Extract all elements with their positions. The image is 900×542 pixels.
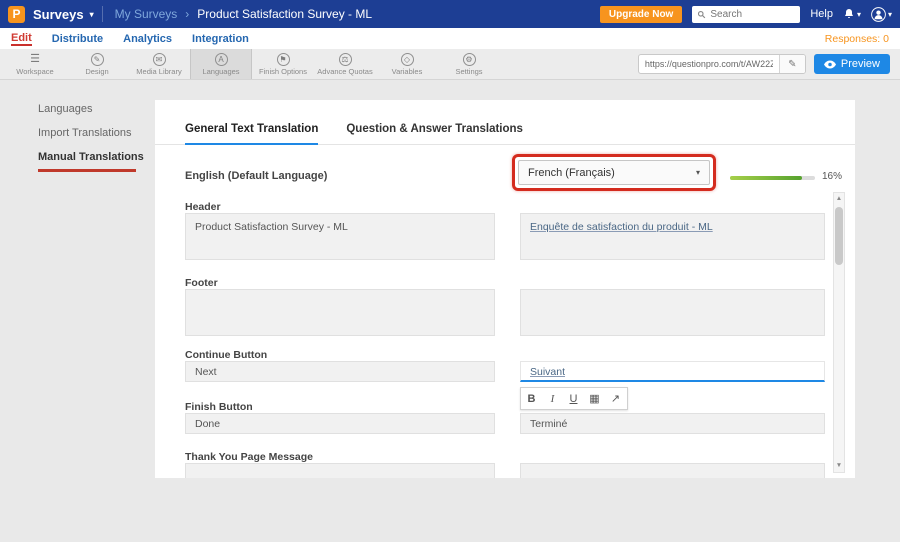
chevron-down-icon: ▾ — [888, 10, 892, 19]
surveys-menu-label: Surveys — [33, 7, 84, 22]
annotation-highlight-box: French (Français) ▾ — [512, 154, 716, 191]
avatar-icon — [871, 7, 886, 22]
toolbar-item-advance-quotas[interactable]: ⚖ Advance Quotas — [314, 49, 376, 79]
insert-link-button[interactable]: ↗ — [605, 388, 626, 409]
scrollbar-thumb[interactable] — [835, 207, 843, 265]
toolbar-label: Advance Quotas — [317, 67, 372, 76]
finish-button-field-label: Finish Button — [185, 401, 253, 413]
toolbar-item-settings[interactable]: ⚙ Settings — [438, 49, 500, 79]
survey-url-box: ✎ — [638, 54, 806, 74]
account-menu[interactable]: ▾ — [871, 7, 892, 22]
nav-item-distribute[interactable]: Distribute — [52, 33, 103, 45]
target-language-value: French (Français) — [528, 167, 615, 179]
translation-progress-bar — [730, 176, 815, 180]
nav-item-integration[interactable]: Integration — [192, 33, 249, 45]
finish-flag-icon: ⚑ — [277, 53, 290, 66]
header-target-textarea[interactable]: Enquête de satisfaction du produit - ML — [520, 213, 825, 260]
nav-item-analytics[interactable]: Analytics — [123, 33, 172, 45]
footer-target-textarea[interactable] — [520, 289, 825, 336]
target-language-dropdown[interactable]: French (Français) ▾ — [518, 160, 710, 185]
translations-sidebar: Languages Import Translations Manual Tra… — [28, 97, 155, 169]
notifications-menu[interactable]: ▾ — [843, 8, 861, 20]
toolbar-item-media-library[interactable]: ✉ Media Library — [128, 49, 190, 79]
top-bar: P Surveys ▾ My Surveys › Product Satisfa… — [0, 0, 900, 28]
tab-question-answer-translations[interactable]: Question & Answer Translations — [346, 114, 523, 144]
toolbar-label: Variables — [392, 67, 423, 76]
toolbar-item-workspace[interactable]: ☰ Workspace — [4, 49, 66, 79]
media-library-icon: ✉ — [153, 53, 166, 66]
translation-progress-percent: 16% — [822, 171, 842, 182]
continue-button-field-label: Continue Button — [185, 349, 267, 361]
thank-you-source-textarea[interactable] — [185, 463, 495, 478]
sidebar-item-languages[interactable]: Languages — [28, 97, 155, 121]
header-field-label: Header — [185, 201, 221, 213]
footer-source-textarea[interactable] — [185, 289, 495, 336]
thank-you-field-label: Thank You Page Message — [185, 451, 313, 463]
search-input[interactable] — [710, 9, 792, 20]
continue-button-source-input[interactable]: Next — [185, 361, 495, 382]
variables-tag-icon: ◇ — [401, 53, 414, 66]
sidebar-item-import-translations[interactable]: Import Translations — [28, 121, 155, 145]
help-link[interactable]: Help — [810, 8, 833, 20]
divider — [102, 6, 103, 22]
finish-button-target-input[interactable]: Terminé — [520, 413, 825, 434]
surveys-product-menu[interactable]: Surveys ▾ — [33, 7, 94, 22]
scroll-down-arrow-icon[interactable]: ▼ — [834, 460, 844, 472]
toolbar-label: Design — [85, 67, 108, 76]
toolbar-label: Finish Options — [259, 67, 307, 76]
upgrade-now-button[interactable]: Upgrade Now — [600, 6, 682, 23]
toolbar-label: Workspace — [16, 67, 53, 76]
sidebar-item-manual-translations[interactable]: Manual Translations — [28, 145, 155, 169]
translation-progress-fill — [730, 176, 802, 180]
toolbar-label: Languages — [202, 67, 239, 76]
survey-url-input[interactable] — [639, 59, 779, 69]
footer-field-label: Footer — [185, 277, 218, 289]
edit-toolbar: ☰ Workspace ✎ Design ✉ Media Library A L… — [0, 49, 900, 80]
preview-label: Preview — [841, 58, 880, 70]
section-nav-bar: Edit Distribute Analytics Integration Re… — [0, 28, 900, 49]
languages-icon: A — [215, 53, 228, 66]
source-language-label: English (Default Language) — [185, 170, 327, 182]
toolbar-item-design[interactable]: ✎ Design — [66, 49, 128, 79]
questionpro-logo-icon[interactable]: P — [8, 6, 25, 23]
toolbar-item-variables[interactable]: ◇ Variables — [376, 49, 438, 79]
responses-count[interactable]: Responses: 0 — [825, 33, 889, 45]
breadcrumb-my-surveys[interactable]: My Surveys — [115, 7, 178, 21]
global-search-box[interactable] — [692, 6, 800, 23]
finish-button-source-input[interactable]: Done — [185, 413, 495, 434]
chevron-down-icon: ▾ — [90, 10, 94, 19]
workspace-icon: ☰ — [29, 53, 42, 66]
underline-button[interactable]: U — [563, 388, 584, 409]
gear-icon: ⚙ — [463, 53, 476, 66]
preview-button[interactable]: Preview — [814, 54, 890, 74]
bold-button[interactable]: B — [521, 388, 542, 409]
continue-button-target-input[interactable]: Suivant — [520, 361, 825, 382]
translation-tabs: General Text Translation Question & Answ… — [155, 114, 855, 145]
tab-general-text-translation[interactable]: General Text Translation — [185, 114, 318, 145]
insert-image-button[interactable]: ▦ — [584, 388, 605, 409]
edit-url-pencil-icon[interactable]: ✎ — [779, 55, 805, 73]
manual-translations-panel: General Text Translation Question & Answ… — [155, 100, 855, 478]
scroll-up-arrow-icon[interactable]: ▲ — [834, 193, 844, 205]
thank-you-target-textarea[interactable] — [520, 463, 825, 478]
search-icon — [697, 10, 706, 19]
toolbar-item-languages[interactable]: A Languages — [190, 49, 252, 79]
vertical-scrollbar[interactable]: ▲ ▼ — [833, 192, 845, 473]
breadcrumb-separator: › — [185, 7, 189, 21]
page-title: Product Satisfaction Survey - ML — [197, 7, 372, 21]
rich-text-toolbar: B I U ▦ ↗ — [520, 387, 628, 410]
toolbar-label: Settings — [455, 67, 482, 76]
toolbar-label: Media Library — [136, 67, 181, 76]
header-source-textarea[interactable]: Product Satisfaction Survey - ML — [185, 213, 495, 260]
eye-icon — [824, 60, 836, 69]
bell-icon — [843, 8, 855, 20]
chevron-down-icon: ▾ — [857, 10, 861, 19]
nav-item-edit[interactable]: Edit — [11, 32, 32, 46]
chevron-down-icon: ▾ — [696, 168, 700, 177]
italic-button[interactable]: I — [542, 388, 563, 409]
toolbar-item-finish-options[interactable]: ⚑ Finish Options — [252, 49, 314, 79]
quotas-icon: ⚖ — [339, 53, 352, 66]
design-pencil-icon: ✎ — [91, 53, 104, 66]
